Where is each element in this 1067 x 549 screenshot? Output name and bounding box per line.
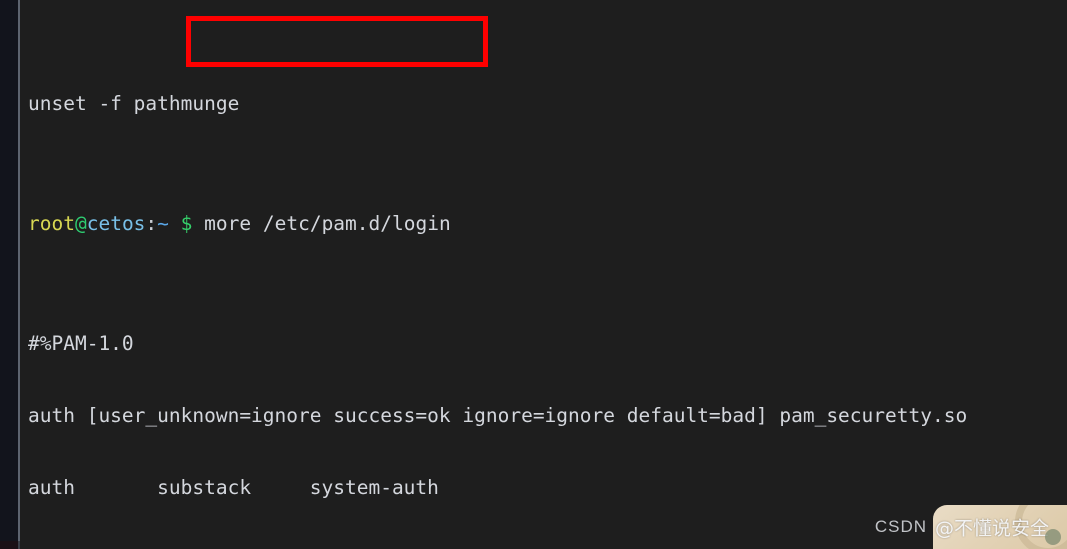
terminal-line-text: #%PAM-1.0: [28, 332, 134, 355]
terminal-prompt-line: root@cetos:~ $ more /etc/pam.d/login: [28, 212, 1067, 236]
command-text: more /etc/pam.d/login: [204, 212, 451, 235]
prompt-host: cetos: [86, 212, 146, 235]
watermark-avatar: @不懂说安全: [933, 505, 1067, 549]
terminal-line-text: auth [user_unknown=ignore success=ok ign…: [28, 404, 968, 427]
prompt-symbol: $: [180, 212, 193, 235]
watermark-handle: @不懂说安全: [935, 517, 1050, 540]
prompt-colon: :: [145, 212, 158, 235]
prompt-user: root: [28, 212, 75, 235]
terminal-line-text: unset -f pathmunge: [28, 92, 240, 115]
terminal-window: unset -f pathmunge root@cetos:~ $ more /…: [0, 0, 1067, 549]
terminal-line: unset -f pathmunge: [28, 92, 1067, 116]
prompt-gap: [192, 212, 204, 235]
left-window-gutter: [0, 0, 18, 541]
prompt-path: ~: [157, 212, 169, 235]
csdn-brand-label: CSDN: [874, 517, 927, 536]
terminal-surface[interactable]: unset -f pathmunge root@cetos:~ $ more /…: [20, 0, 1067, 549]
terminal-line: auth substack system-auth: [28, 476, 1067, 500]
terminal-output: unset -f pathmunge root@cetos:~ $ more /…: [28, 0, 1067, 549]
terminal-line: #%PAM-1.0: [28, 332, 1067, 356]
prompt-at-icon: @: [74, 212, 87, 235]
terminal-line-text: auth substack system-auth: [28, 476, 439, 499]
csdn-watermark: CSDN @不懂说安全: [867, 505, 1067, 549]
left-window-gutter-foot: [0, 541, 18, 549]
terminal-line: auth [user_unknown=ignore success=ok ign…: [28, 404, 1067, 428]
